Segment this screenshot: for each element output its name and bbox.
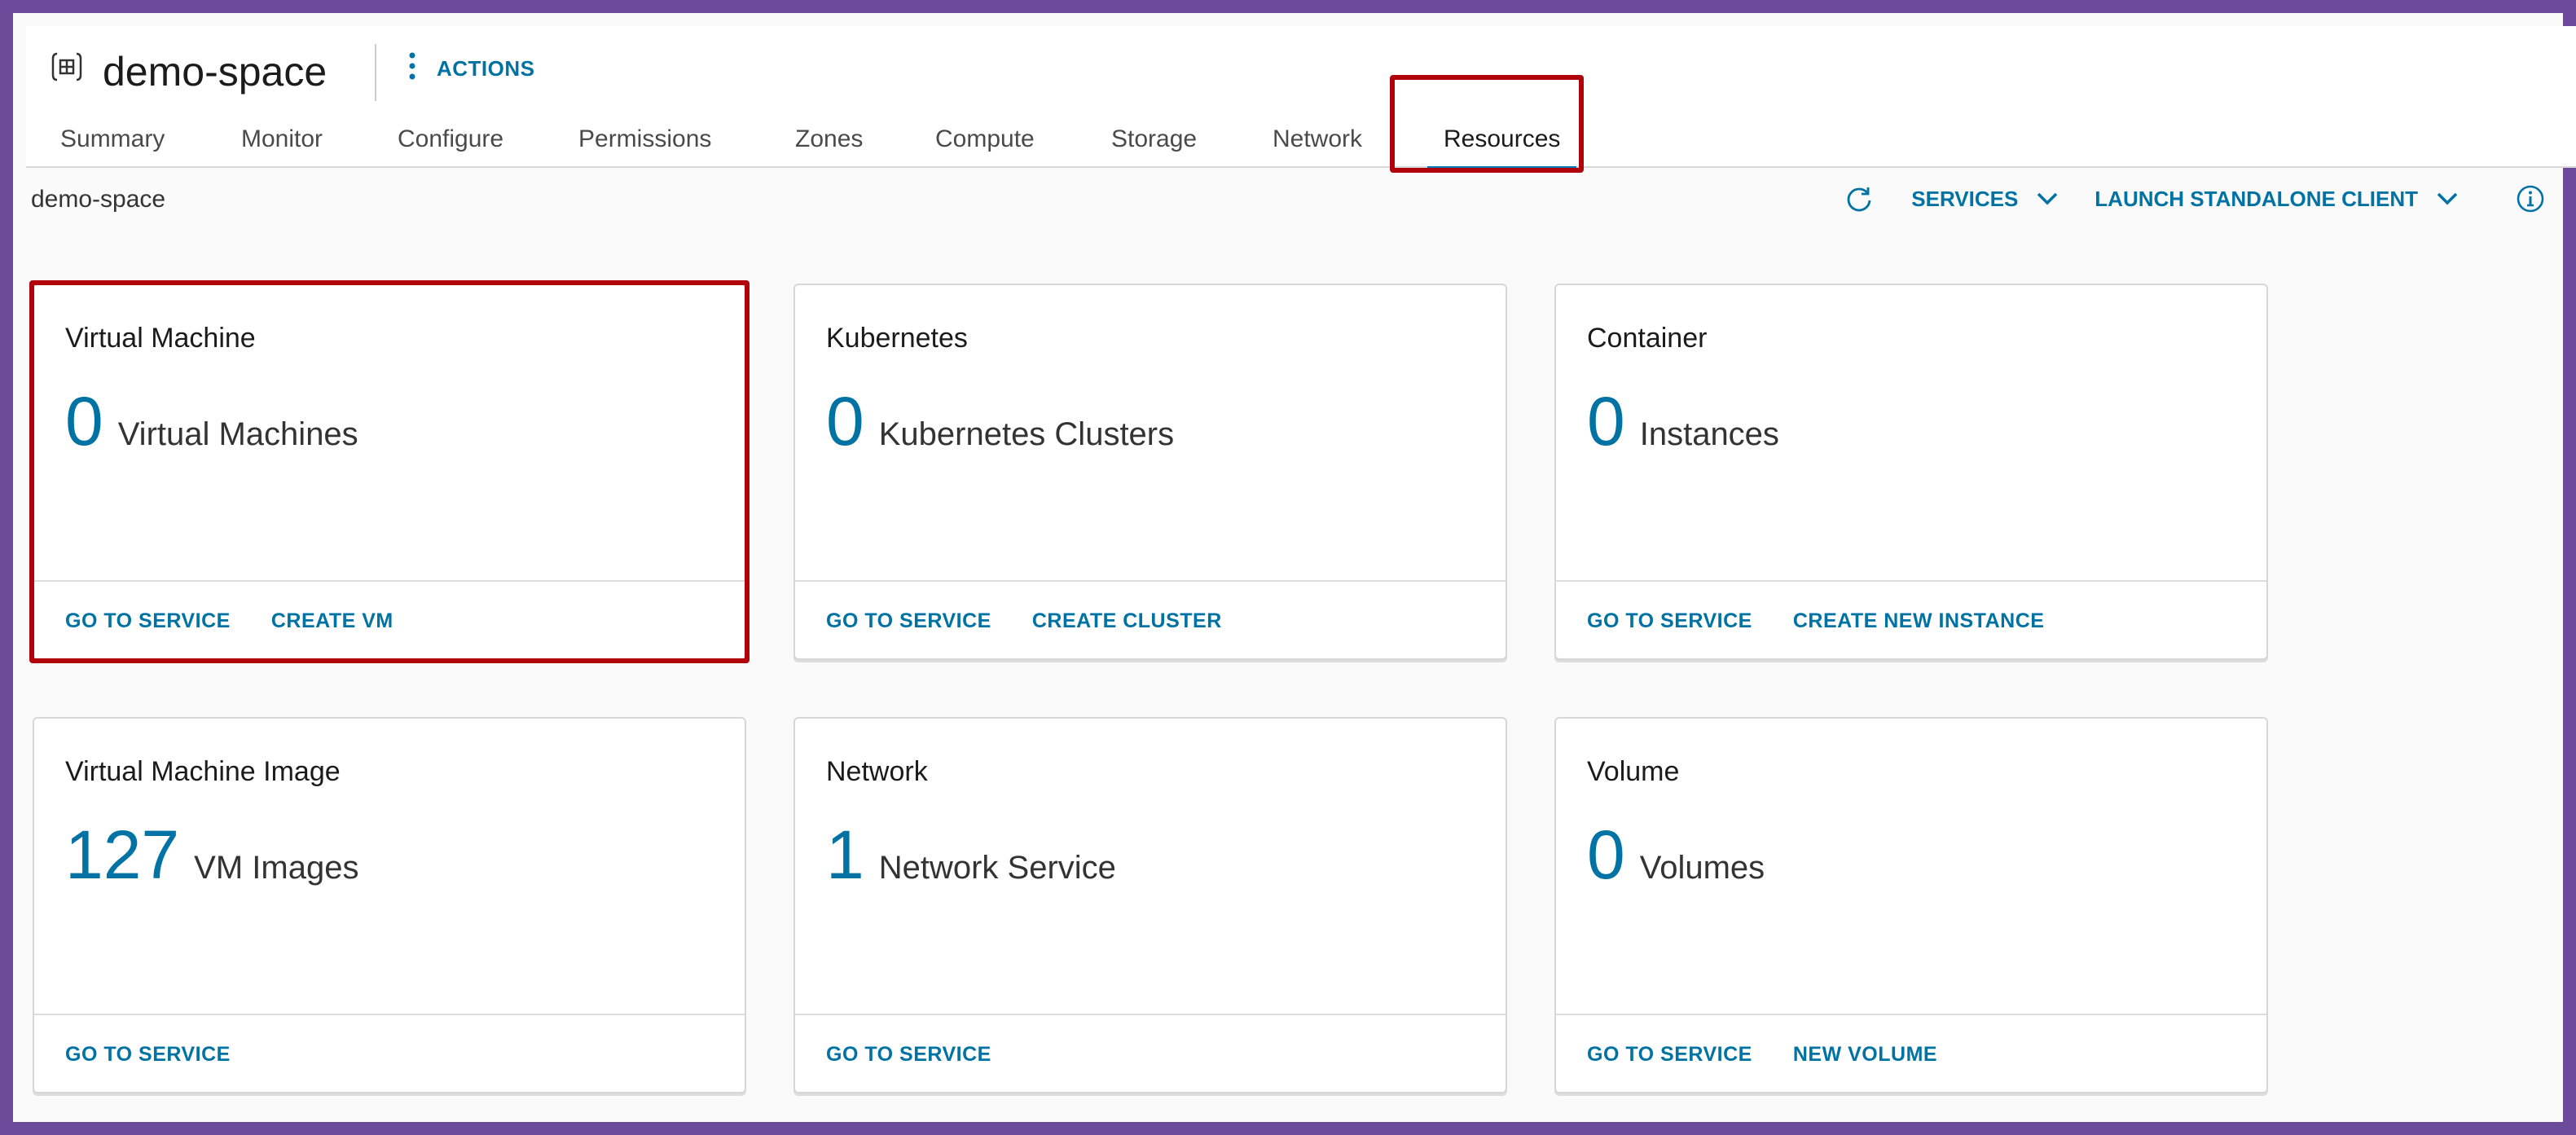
tab-monitor[interactable]: Monitor: [241, 125, 323, 153]
card-unit: Volumes: [1639, 850, 1765, 886]
title-divider: [375, 44, 376, 101]
card-count: 0: [65, 383, 103, 460]
card-title: Network: [826, 756, 928, 787]
card-count: 0: [1587, 383, 1625, 460]
go-to-service-link[interactable]: GO TO SERVICE: [826, 609, 991, 633]
tab-zones[interactable]: Zones: [795, 125, 863, 153]
go-to-service-link[interactable]: GO TO SERVICE: [65, 1043, 231, 1067]
create-vm-link[interactable]: CREATE VM: [271, 609, 393, 633]
create-cluster-link[interactable]: CREATE CLUSTER: [1032, 609, 1222, 633]
card-metric: 0 Virtual Machines: [65, 385, 358, 458]
card-metric: 0 Instances: [1587, 385, 1779, 458]
tab-compute[interactable]: Compute: [935, 125, 1035, 153]
tab-network[interactable]: Network: [1273, 125, 1362, 153]
card-footer: GO TO SERVICE NEW VOLUME: [1556, 1014, 2266, 1093]
namespace-icon: [51, 51, 83, 83]
launch-client-dropdown[interactable]: LAUNCH STANDALONE CLIENT: [2095, 187, 2459, 212]
services-dropdown[interactable]: SERVICES: [1911, 187, 2059, 212]
go-to-service-link[interactable]: GO TO SERVICE: [65, 609, 231, 633]
refresh-icon: [1847, 187, 1871, 212]
card-volume: Volume 0 Volumes GO TO SERVICE NEW VOLUM…: [1554, 717, 2268, 1093]
page-title: demo-space: [103, 49, 327, 95]
chevron-down-icon: [2038, 192, 2058, 205]
card-count: 127: [65, 816, 180, 893]
info-button[interactable]: [2514, 183, 2547, 215]
card-kubernetes: Kubernetes 0 Kubernetes Clusters GO TO S…: [793, 284, 1507, 660]
card-title: Virtual Machine: [65, 323, 256, 354]
card-container: Container 0 Instances GO TO SERVICE CREA…: [1554, 284, 2268, 660]
card-footer: GO TO SERVICE: [795, 1014, 1506, 1093]
actions-label: ACTIONS: [437, 55, 535, 81]
actions-menu[interactable]: ACTIONS: [409, 51, 535, 86]
card-unit: Network Service: [878, 850, 1116, 886]
card-vm-image: Virtual Machine Image 127 VM Images GO T…: [33, 717, 746, 1093]
page-header: demo-space ACTIONS Summary Monitor Confi…: [26, 26, 2576, 171]
tab-summary[interactable]: Summary: [60, 125, 165, 153]
card-title: Virtual Machine Image: [65, 756, 341, 787]
tab-storage[interactable]: Storage: [1111, 125, 1197, 153]
card-unit: VM Images: [194, 850, 359, 886]
card-virtual-machine: Virtual Machine 0 Virtual Machines GO TO…: [33, 284, 746, 660]
more-vertical-icon: [409, 52, 415, 86]
card-unit: Kubernetes Clusters: [878, 416, 1175, 452]
card-footer: GO TO SERVICE: [34, 1014, 745, 1093]
card-count: 1: [826, 816, 864, 893]
chevron-down-icon: [2437, 192, 2458, 205]
card-unit: Virtual Machines: [117, 416, 358, 452]
card-title: Container: [1587, 323, 1708, 354]
card-count: 0: [1587, 816, 1625, 893]
new-volume-link[interactable]: NEW VOLUME: [1793, 1043, 1937, 1067]
card-footer: GO TO SERVICE CREATE CLUSTER: [795, 580, 1506, 660]
tab-permissions[interactable]: Permissions: [578, 125, 711, 153]
card-count: 0: [826, 383, 864, 460]
services-label: SERVICES: [1911, 186, 2019, 211]
card-unit: Instances: [1639, 416, 1779, 452]
card-title: Kubernetes: [826, 323, 968, 354]
card-footer: GO TO SERVICE CREATE VM: [34, 580, 745, 660]
card-title: Volume: [1587, 756, 1680, 787]
go-to-service-link[interactable]: GO TO SERVICE: [1587, 609, 1752, 633]
card-network: Network 1 Network Service GO TO SERVICE: [793, 717, 1507, 1093]
go-to-service-link[interactable]: GO TO SERVICE: [826, 1043, 991, 1067]
breadcrumb: demo-space: [31, 186, 166, 213]
toolbar: SERVICES LAUNCH STANDALONE CLIENT: [1843, 183, 2547, 215]
tab-bar: Summary Monitor Configure Permissions Zo…: [26, 116, 2576, 171]
card-metric: 0 Kubernetes Clusters: [826, 385, 1174, 458]
launch-client-label: LAUNCH STANDALONE CLIENT: [2095, 186, 2418, 211]
go-to-service-link[interactable]: GO TO SERVICE: [1587, 1043, 1752, 1067]
tab-resources[interactable]: Resources: [1426, 125, 1577, 171]
tab-configure[interactable]: Configure: [398, 125, 503, 153]
card-metric: 1 Network Service: [826, 818, 1116, 891]
card-metric: 127 VM Images: [65, 818, 358, 891]
info-icon: [2517, 185, 2544, 213]
refresh-button[interactable]: [1843, 183, 1875, 215]
card-metric: 0 Volumes: [1587, 818, 1765, 891]
create-new-instance-link[interactable]: CREATE NEW INSTANCE: [1793, 609, 2045, 633]
card-footer: GO TO SERVICE CREATE NEW INSTANCE: [1556, 580, 2266, 660]
